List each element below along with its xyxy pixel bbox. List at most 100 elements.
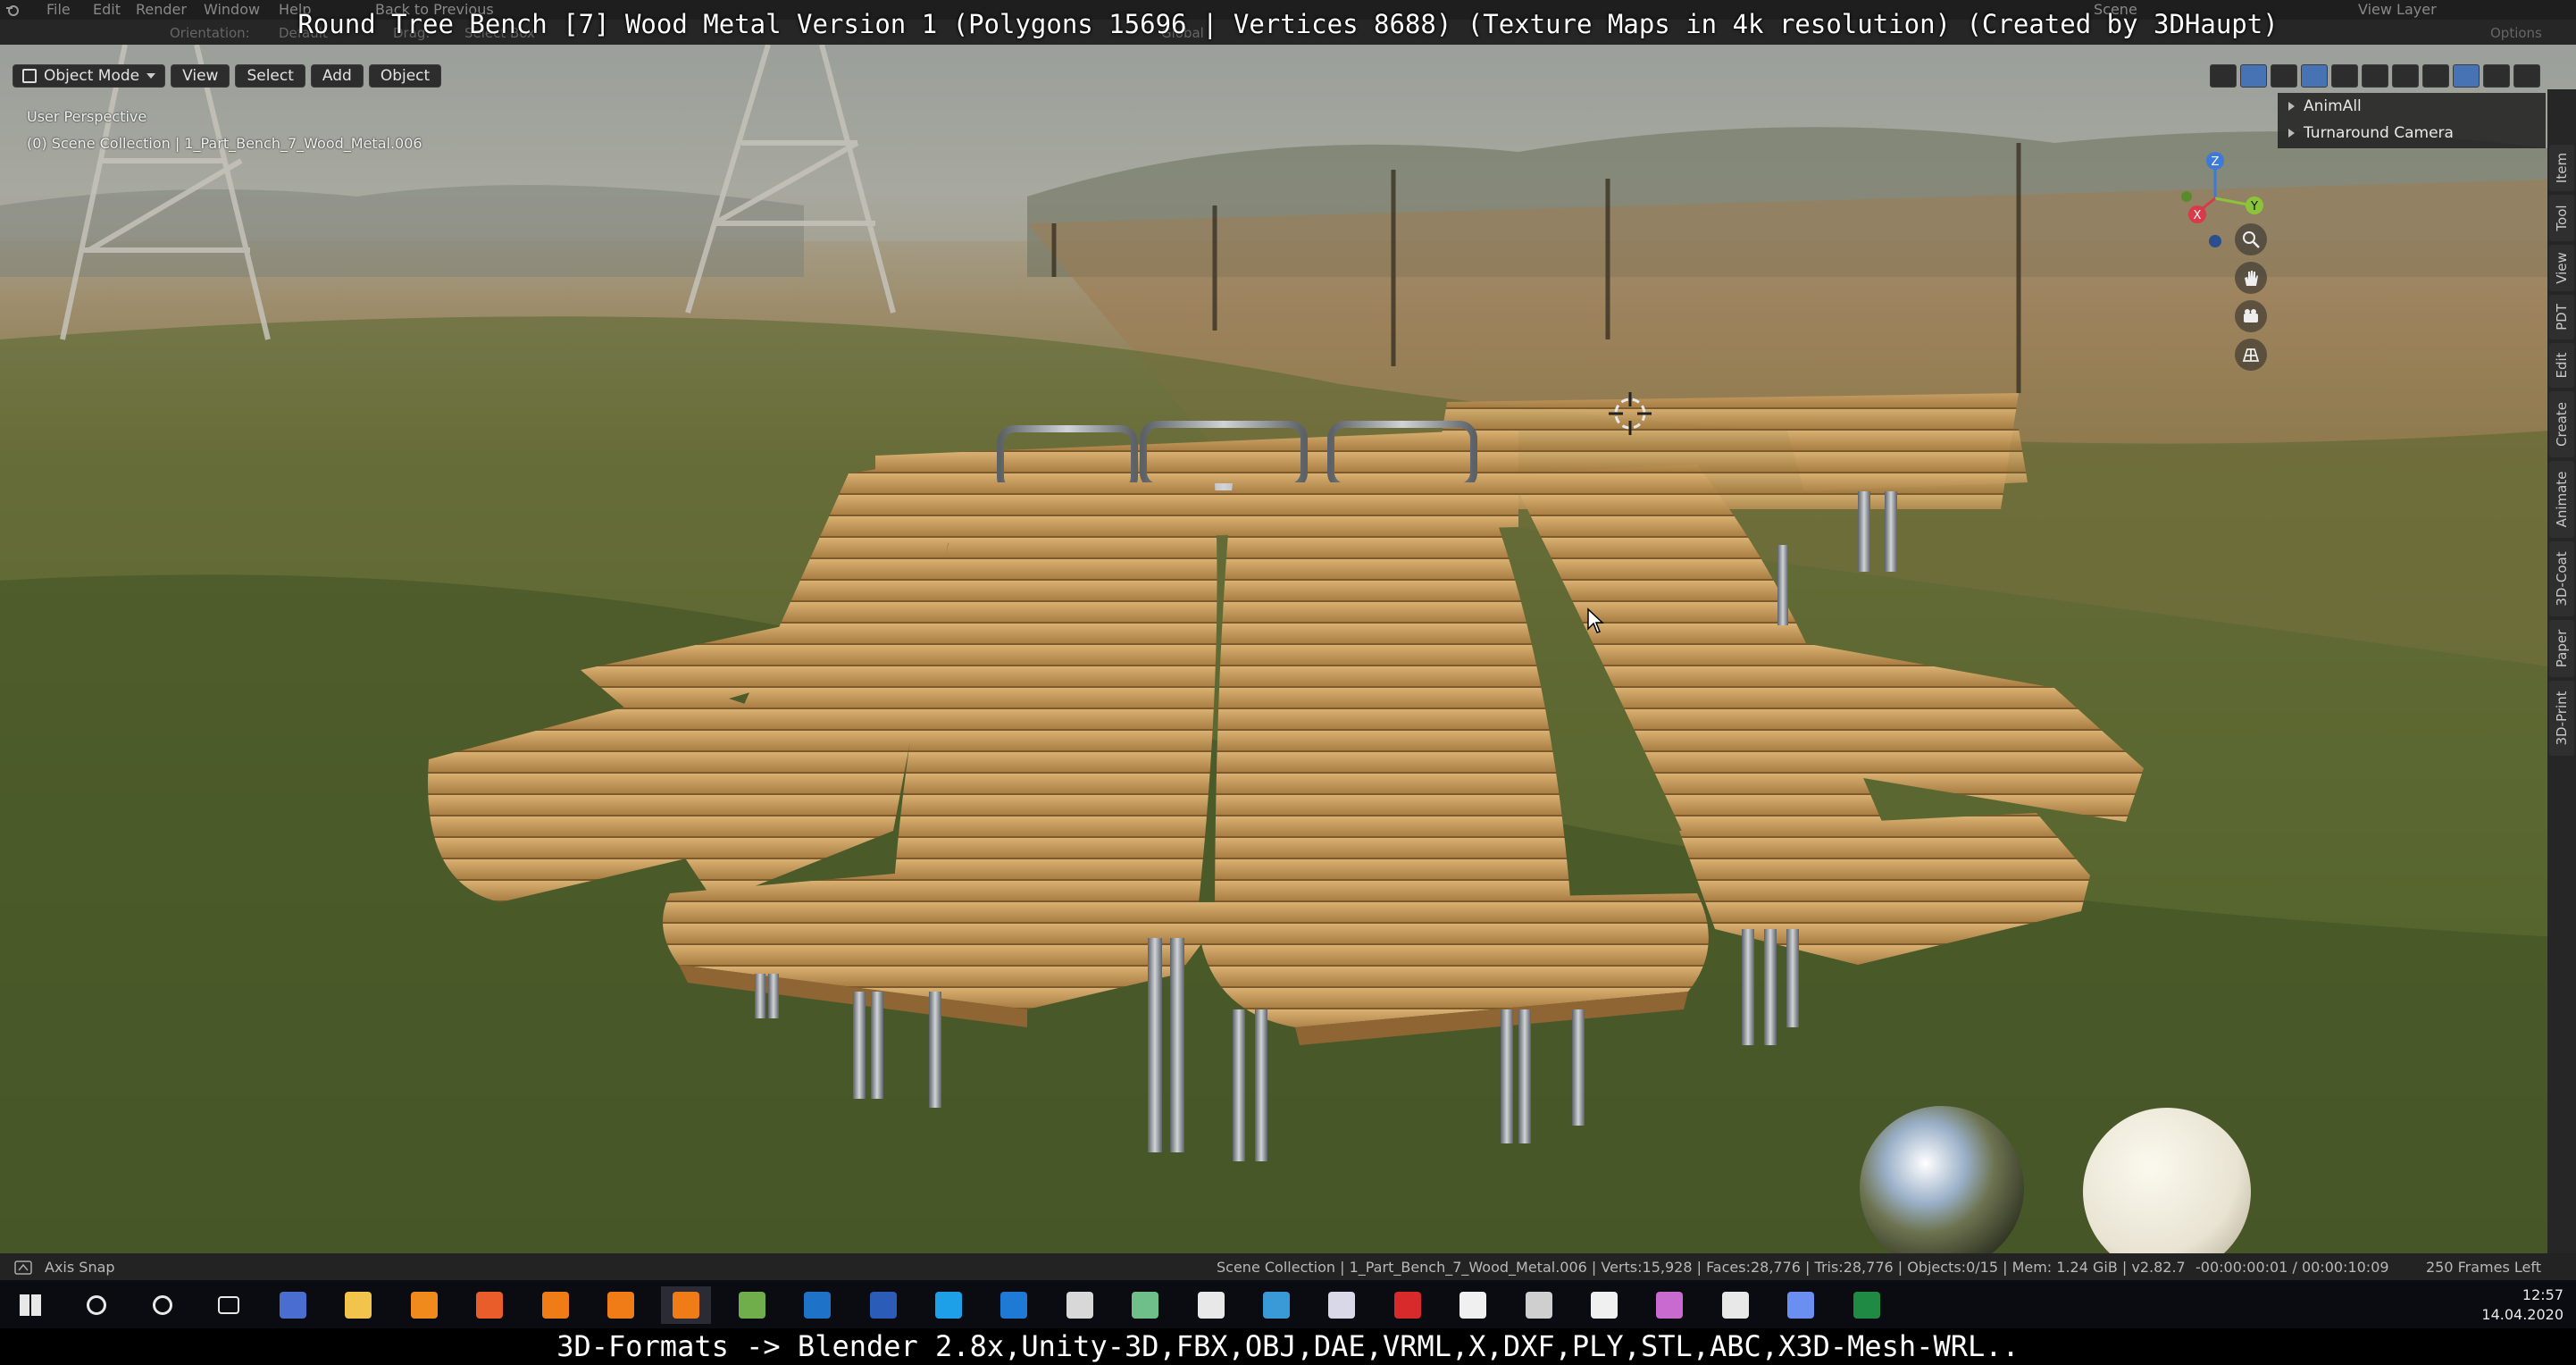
sketch-app-icon[interactable]	[1120, 1286, 1170, 1324]
tab-paper[interactable]: Paper	[2549, 620, 2574, 677]
layers-app-icon[interactable]	[1317, 1286, 1367, 1324]
solid-shading-button[interactable]	[2422, 64, 2449, 88]
palette-app-icon[interactable]	[1644, 1286, 1694, 1324]
clock-date: 14.04.2020	[2481, 1306, 2563, 1323]
file-explorer-icon[interactable]	[333, 1286, 383, 1324]
visibility-toggle[interactable]	[2210, 64, 2237, 88]
tab-tool[interactable]: Tool	[2549, 195, 2574, 241]
tab-edit[interactable]: Edit	[2549, 343, 2574, 388]
snap-icon	[14, 1260, 32, 1275]
acrobat-icon[interactable]	[1383, 1286, 1433, 1324]
3d-viewer-icon-glyph	[1066, 1292, 1093, 1319]
tab-animate-label: Animate	[2554, 471, 2570, 528]
pan-hand-icon[interactable]	[2235, 262, 2267, 294]
acrobat-icon-glyph	[1394, 1292, 1421, 1319]
3d-viewer-icon[interactable]	[1055, 1286, 1105, 1324]
tab-view-label: View	[2554, 252, 2570, 284]
ortho-grid-icon[interactable]	[2235, 339, 2267, 371]
edge-icon[interactable]	[989, 1286, 1039, 1324]
outliner-item-animall[interactable]: AnimAll	[2278, 93, 2546, 120]
shading-dropdown[interactable]	[2513, 64, 2540, 88]
excel-icon-glyph	[1853, 1292, 1880, 1319]
save-app-icon[interactable]	[268, 1286, 318, 1324]
clock-time: 12:57	[2522, 1286, 2563, 1303]
layers-app-icon-glyph	[1328, 1292, 1355, 1319]
vector-app-icon[interactable]	[1186, 1286, 1236, 1324]
tab-pdt[interactable]: PDT	[2549, 295, 2574, 339]
3d-viewport[interactable]: Object Mode View Select Add Object User …	[0, 45, 2576, 1253]
firefox-icon[interactable]	[464, 1286, 514, 1324]
object-mode-label: Object Mode	[44, 67, 140, 85]
unity-icon[interactable]	[1448, 1286, 1498, 1324]
mouse-cursor-icon	[1587, 607, 1604, 633]
tab-3d-coat-label: 3D-Coat	[2554, 551, 2570, 607]
outlook-icon[interactable]	[792, 1286, 842, 1324]
blender-icon-3[interactable]	[661, 1286, 711, 1324]
tab-item-label: Item	[2554, 152, 2570, 184]
flame-app-icon-glyph	[411, 1292, 438, 1319]
view-perspective-label: User Perspective	[27, 108, 147, 125]
overlay-dropdown[interactable]	[2331, 64, 2358, 88]
zoom-icon[interactable]	[2235, 223, 2267, 255]
obs-icon[interactable]	[1514, 1286, 1564, 1324]
outlook-icon-glyph	[804, 1292, 831, 1319]
blender-icon-1[interactable]	[531, 1286, 581, 1324]
object-mode-dropdown[interactable]: Object Mode	[13, 64, 166, 88]
rendered-shading-button[interactable]	[2483, 64, 2510, 88]
paint-app-icon[interactable]	[1251, 1286, 1301, 1324]
task-view-icon[interactable]	[204, 1286, 254, 1324]
viewport-shading-bar	[2210, 64, 2540, 89]
expand-arrow-icon[interactable]	[2288, 102, 2295, 111]
start-icon-glyph	[20, 1294, 41, 1316]
expand-arrow-icon[interactable]	[2288, 129, 2295, 138]
camera-icon[interactable]	[2235, 300, 2267, 332]
view-menu[interactable]: View	[171, 64, 230, 88]
gizmo-toggle[interactable]	[2240, 64, 2267, 88]
unity-icon-glyph	[1459, 1292, 1486, 1319]
outliner-item-label: Turnaround Camera	[2304, 124, 2454, 142]
add-menu[interactable]: Add	[310, 64, 364, 88]
word-icon[interactable]	[858, 1286, 908, 1324]
search-icon[interactable]	[71, 1286, 121, 1324]
wireframe-shading-button[interactable]	[2392, 64, 2419, 88]
tab-animate[interactable]: Animate	[2549, 461, 2574, 538]
chevron-down-icon	[146, 73, 156, 79]
gizmo-dropdown[interactable]	[2271, 64, 2297, 88]
tab-3d-print[interactable]: 3D-Print	[2549, 681, 2574, 756]
file-explorer-icon-glyph	[345, 1292, 372, 1319]
object-menu[interactable]: Object	[368, 64, 442, 88]
notepad-app-icon[interactable]	[727, 1286, 777, 1324]
xray-toggle[interactable]	[2362, 64, 2388, 88]
tab-item[interactable]: Item	[2549, 145, 2574, 191]
gizmo-y-label: Y	[2250, 200, 2258, 214]
skype-icon[interactable]	[924, 1286, 974, 1324]
tab-create[interactable]: Create	[2549, 391, 2574, 457]
material-preview-shading-button[interactable]	[2453, 64, 2480, 88]
blender-icon-2[interactable]	[596, 1286, 646, 1324]
start-icon[interactable]	[5, 1286, 55, 1324]
system-clock[interactable]: 12:57 14.04.2020	[2481, 1285, 2563, 1325]
gizmo-x-label: X	[2194, 209, 2202, 222]
tab-pdt-label: PDT	[2554, 304, 2570, 331]
save-app-icon-glyph	[280, 1292, 306, 1319]
calculator-icon[interactable]	[1710, 1286, 1761, 1324]
tab-edit-label: Edit	[2554, 352, 2570, 379]
unity-hub-icon[interactable]	[1579, 1286, 1629, 1324]
tab-3d-print-label: 3D-Print	[2554, 691, 2570, 746]
tab-paper-label: Paper	[2554, 629, 2570, 668]
skype-icon-glyph	[935, 1292, 962, 1319]
unity-hub-icon-glyph	[1591, 1292, 1618, 1319]
flame-app-icon[interactable]	[399, 1286, 449, 1324]
search-icon-glyph	[87, 1295, 106, 1315]
tab-view[interactable]: View	[2549, 245, 2574, 291]
select-menu[interactable]: Select	[235, 64, 305, 88]
maps-app-icon[interactable]	[1776, 1286, 1826, 1324]
tab-3d-coat[interactable]: 3D-Coat	[2549, 541, 2574, 616]
excel-icon[interactable]	[1842, 1286, 1892, 1324]
cortana-icon[interactable]	[138, 1286, 188, 1324]
overlay-toggle[interactable]	[2301, 64, 2328, 88]
outliner-item-turnaround-camera[interactable]: Turnaround Camera	[2278, 120, 2546, 147]
outliner-panel: AnimAll Turnaround Camera	[2278, 93, 2546, 148]
frames-left: 250 Frames Left	[2426, 1259, 2541, 1276]
task-view-icon-glyph	[218, 1296, 239, 1314]
